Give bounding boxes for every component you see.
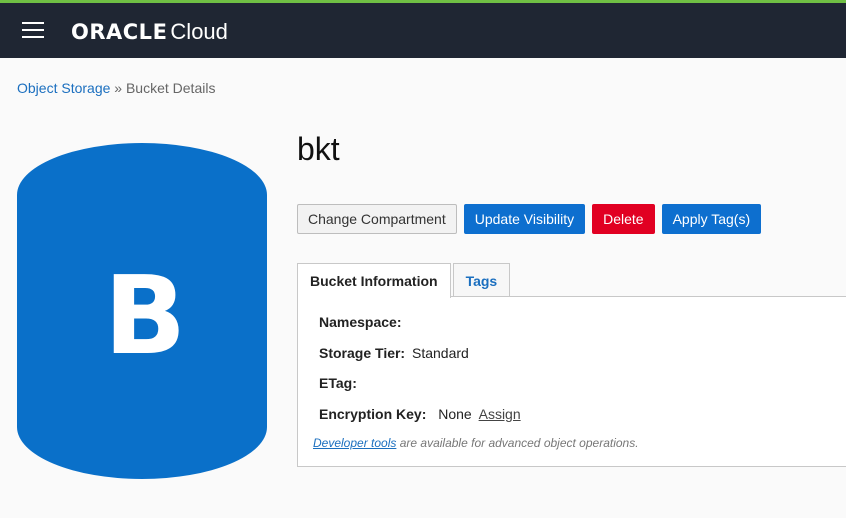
page-title: bkt	[297, 131, 340, 167]
storage-tier-field: Storage Tier: Standard	[319, 345, 469, 361]
apply-tags-button[interactable]: Apply Tag(s)	[661, 204, 762, 234]
namespace-field: Namespace:	[319, 314, 405, 330]
bucket-icon: B	[17, 143, 267, 479]
tab-bucket-information[interactable]: Bucket Information	[297, 263, 451, 298]
bucket-icon-letter: B	[104, 254, 186, 379]
menu-icon[interactable]	[22, 22, 44, 38]
brand-oracle-text: ORACLE	[71, 20, 168, 44]
breadcrumb: Object Storage » Bucket Details	[17, 80, 215, 96]
developer-tools-note: Developer tools are available for advanc…	[313, 436, 639, 450]
storage-tier-value: Standard	[412, 345, 469, 361]
change-compartment-button[interactable]: Change Compartment	[297, 204, 457, 234]
encryption-key-value: None	[438, 406, 472, 422]
tab-bar: Bucket Information Tags	[297, 263, 512, 298]
tab-tags[interactable]: Tags	[452, 263, 511, 297]
encryption-key-field: Encryption Key: None Assign	[319, 406, 521, 422]
encryption-key-label: Encryption Key:	[319, 406, 427, 422]
delete-button[interactable]: Delete	[592, 204, 655, 234]
assign-encryption-key-link[interactable]: Assign	[479, 406, 521, 422]
action-toolbar: Change Compartment Update Visibility Del…	[297, 204, 762, 234]
bucket-information-panel: Namespace: Storage Tier: Standard ETag: …	[297, 296, 846, 467]
namespace-label: Namespace:	[319, 314, 402, 330]
breadcrumb-current: Bucket Details	[125, 80, 216, 96]
developer-tools-link[interactable]: Developer tools	[313, 436, 396, 450]
update-visibility-button[interactable]: Update Visibility	[463, 204, 586, 234]
breadcrumb-separator: »	[114, 80, 123, 96]
developer-tools-note-text: are available for advanced object operat…	[396, 436, 639, 450]
brand-cloud-text: Cloud	[170, 19, 228, 44]
etag-label: ETag:	[319, 375, 357, 391]
oracle-cloud-logo[interactable]: ORACLE Cloud	[71, 17, 228, 45]
etag-field: ETag:	[319, 375, 360, 391]
top-navigation-bar: ORACLE Cloud	[0, 0, 846, 58]
breadcrumb-object-storage-link[interactable]: Object Storage	[17, 80, 110, 96]
storage-tier-label: Storage Tier:	[319, 345, 406, 361]
